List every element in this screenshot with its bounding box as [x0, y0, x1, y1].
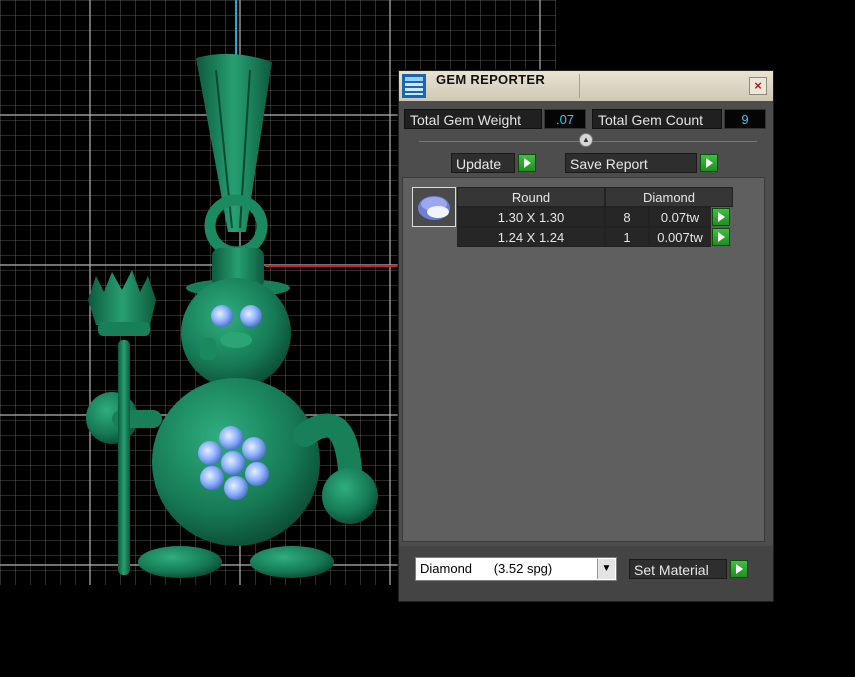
set-material-go-icon[interactable]	[730, 560, 748, 578]
material-select[interactable]: Diamond (3.52 spg) ▼	[415, 557, 617, 581]
gem-reporter-app-icon	[402, 74, 426, 98]
title-divider	[579, 74, 580, 98]
close-icon[interactable]: ×	[749, 77, 767, 95]
row-select-icon[interactable]	[712, 228, 730, 246]
total-gem-weight-value: .07	[544, 109, 586, 129]
update-button[interactable]: Update	[451, 153, 515, 173]
set-material-button[interactable]: Set Material	[629, 559, 727, 579]
total-gem-weight-label: Total Gem Weight	[404, 109, 542, 129]
table-cell-size: 1.24 X 1.24	[457, 227, 605, 247]
title-bar[interactable]: GEM REPORTER ×	[399, 71, 773, 101]
shape-column-header: Round	[457, 187, 605, 207]
save-report-go-icon[interactable]	[700, 154, 718, 172]
chevron-down-icon[interactable]: ▼	[597, 559, 615, 579]
report-area: Round Diamond 1.30 X 1.30 8 0.07tw 1.24 …	[402, 177, 765, 542]
window-title: GEM REPORTER	[436, 72, 546, 87]
total-gem-count-label: Total Gem Count	[592, 109, 722, 129]
row-select-icon[interactable]	[712, 208, 730, 226]
gem-reporter-window: GEM REPORTER × Total Gem Weight .07 Tota…	[398, 70, 774, 602]
save-report-button[interactable]: Save Report	[565, 153, 697, 173]
material-column-header: Diamond	[605, 187, 733, 207]
total-gem-count-value: 9	[724, 109, 766, 129]
collapse-toggle-icon[interactable]: ▲	[579, 133, 593, 147]
table-cell-weight: 0.007tw	[649, 227, 711, 247]
table-cell-size: 1.30 X 1.30	[457, 207, 605, 227]
table-cell-count: 1	[605, 227, 649, 247]
table-cell-weight: 0.07tw	[649, 207, 711, 227]
material-selected-value: Diamond (3.52 spg)	[420, 561, 553, 576]
round-gem-icon[interactable]	[412, 187, 456, 227]
update-go-icon[interactable]	[518, 154, 536, 172]
table-cell-count: 8	[605, 207, 649, 227]
